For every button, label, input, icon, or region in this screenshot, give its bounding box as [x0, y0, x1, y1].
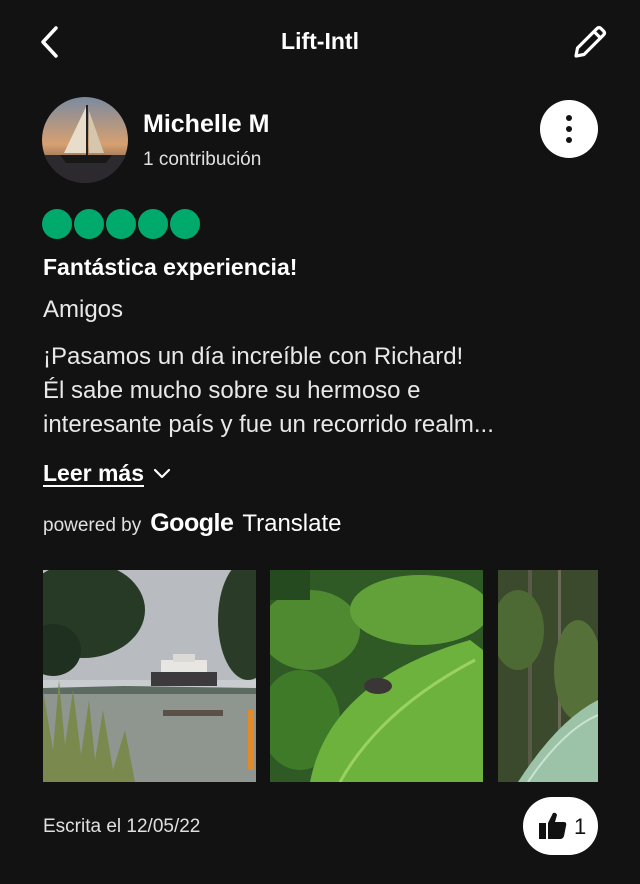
rating-bubble-filled [138, 209, 168, 239]
powered-by-label: powered by [43, 515, 142, 536]
pencil-icon [574, 25, 607, 58]
read-more-label: Leer más [43, 460, 145, 486]
translate-label: Translate [242, 510, 342, 537]
avatar[interactable] [42, 97, 128, 183]
review-photo-3[interactable] [498, 570, 598, 782]
ship-on-lake-photo [43, 570, 256, 782]
rating-bubble-filled [74, 209, 104, 239]
rating-bubble-filled [106, 209, 136, 239]
rating-bubble-filled [170, 209, 200, 239]
trip-type: Amigos [43, 296, 124, 323]
butterfly-on-leaf-photo [270, 570, 483, 782]
review-text-line: interesante país y fue un recorrido real… [43, 411, 494, 438]
helpful-vote-button[interactable]: 1 [523, 797, 598, 855]
google-logo: Google [150, 509, 234, 537]
contribution-count: 1 contribución [143, 149, 262, 170]
forest-photo [498, 570, 598, 782]
edit-button[interactable] [568, 20, 612, 64]
author-name[interactable]: Michelle M [143, 110, 269, 139]
read-more-link[interactable]: Leer más [43, 460, 172, 487]
helpful-count: 1 [574, 814, 587, 839]
page-title: Lift-Intl [281, 28, 359, 54]
more-options-button[interactable] [540, 100, 598, 158]
review-text: ¡Pasamos un día increíble con Richard! É… [43, 340, 603, 442]
powered-by-google-translate: powered by Google Translate [43, 509, 342, 538]
written-date: Escrita el 12/05/22 [43, 816, 201, 837]
review-title: Fantástica experiencia! [43, 254, 298, 280]
thumbs-up-icon [539, 812, 567, 839]
rating-bubbles [42, 209, 200, 239]
rating-bubble-filled [42, 209, 72, 239]
chevron-down-icon [153, 468, 171, 478]
review-photo-1[interactable] [43, 570, 256, 782]
review-photo-2[interactable] [270, 570, 483, 782]
sailboat-photo [42, 97, 128, 183]
review-text-line: ¡Pasamos un día increíble con Richard! [43, 343, 464, 370]
review-text-line: Él sabe mucho sobre su hermoso e [43, 377, 421, 404]
